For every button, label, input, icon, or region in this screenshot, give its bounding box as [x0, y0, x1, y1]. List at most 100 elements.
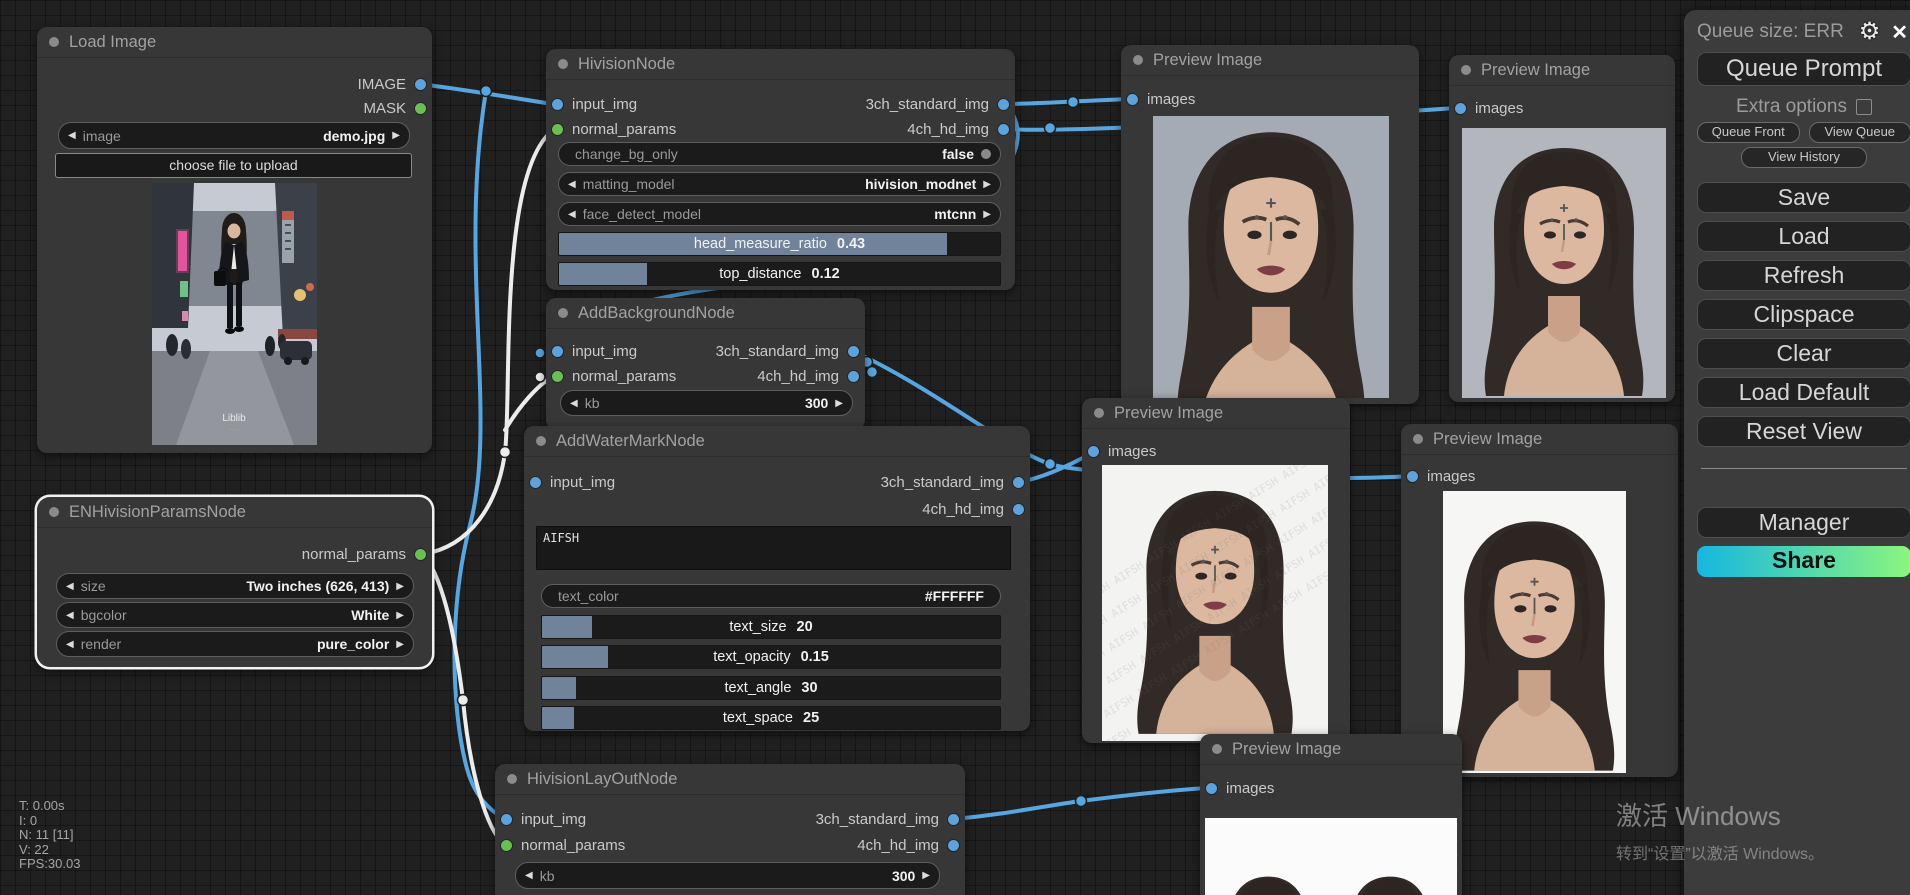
port-dot-icon[interactable]: [1206, 782, 1217, 794]
node-title-bar[interactable]: Preview Image: [1121, 45, 1419, 76]
next-value-arrow-icon[interactable]: ▶: [396, 610, 404, 621]
collapse-dot-icon[interactable]: [1094, 408, 1104, 418]
text-size-slider[interactable]: text_size 20: [541, 615, 1001, 639]
watermark-text-area[interactable]: AIFSH: [536, 526, 1011, 570]
port-dot-icon[interactable]: [552, 123, 563, 135]
port-dot-icon[interactable]: [998, 98, 1009, 110]
toggle-dot-icon[interactable]: [981, 149, 991, 159]
node-title-bar[interactable]: Preview Image: [1082, 398, 1350, 429]
input-port-images[interactable]: images: [1407, 465, 1475, 487]
prev-value-arrow-icon[interactable]: ◀: [66, 610, 74, 621]
input-port-input-img[interactable]: input_img: [552, 340, 637, 362]
link-reroute-dot[interactable]: [498, 445, 512, 459]
view-history-button[interactable]: View History: [1740, 147, 1868, 168]
link-reroute-dot[interactable]: [865, 365, 879, 379]
input-port-images[interactable]: images: [1127, 88, 1195, 110]
next-value-arrow-icon[interactable]: ▶: [396, 639, 404, 650]
node-title-bar[interactable]: HivisionLayOutNode: [495, 764, 965, 795]
node-load-image[interactable]: Load Image IMAGE MASK ◀ image demo.jpg ▶…: [37, 27, 432, 453]
port-dot-icon[interactable]: [1088, 445, 1099, 457]
port-dot-icon[interactable]: [552, 345, 563, 357]
next-value-arrow-icon[interactable]: ▶: [983, 209, 991, 220]
input-port-normal-params[interactable]: normal_params: [552, 365, 676, 387]
node-title-bar[interactable]: ENHivisionParamsNode: [37, 497, 432, 528]
input-port-normal-params[interactable]: normal_params: [552, 118, 676, 140]
node-add-background[interactable]: AddBackgroundNode input_img normal_param…: [546, 298, 865, 430]
input-port-images[interactable]: images: [1206, 777, 1274, 799]
port-dot-icon[interactable]: [501, 839, 512, 851]
view-queue-button[interactable]: View Queue: [1808, 122, 1910, 143]
face-detect-model-combo-widget[interactable]: ◀ face_detect_model mtcnn ▶: [558, 202, 1001, 226]
input-port-input-img[interactable]: input_img: [530, 471, 615, 493]
collapse-dot-icon[interactable]: [558, 308, 568, 318]
link-reroute-dot[interactable]: [456, 693, 470, 707]
output-port-3ch-standard-img[interactable]: 3ch_standard_img: [866, 93, 1009, 115]
output-port-4ch-hd-img[interactable]: 4ch_hd_img: [922, 498, 1024, 520]
top-distance-slider[interactable]: top_distance 0.12: [558, 262, 1001, 286]
prev-value-arrow-icon[interactable]: ◀: [66, 639, 74, 650]
port-dot-icon[interactable]: [530, 476, 541, 488]
text-angle-slider[interactable]: text_angle 30: [541, 676, 1001, 700]
node-title-bar[interactable]: Load Image: [37, 27, 432, 58]
render-combo-widget[interactable]: ◀ render pure_color ▶: [56, 631, 414, 657]
link-reroute-dot[interactable]: [534, 347, 546, 359]
node-title-bar[interactable]: Preview Image: [1200, 734, 1462, 765]
collapse-dot-icon[interactable]: [1413, 434, 1423, 444]
collapse-dot-icon[interactable]: [507, 774, 517, 784]
matting-model-combo-widget[interactable]: ◀ matting_model hivision_modnet ▶: [558, 172, 1001, 196]
node-preview-image-2[interactable]: Preview Image images: [1449, 55, 1675, 402]
link-reroute-dot[interactable]: [1074, 794, 1088, 808]
manager-button[interactable]: Manager: [1697, 507, 1910, 538]
port-dot-icon[interactable]: [501, 813, 512, 825]
output-port-3ch-standard-img[interactable]: 3ch_standard_img: [816, 808, 959, 830]
port-dot-icon[interactable]: [552, 370, 563, 382]
link-reroute-dot[interactable]: [534, 371, 546, 383]
port-dot-icon[interactable]: [1013, 503, 1024, 515]
port-dot-icon[interactable]: [415, 78, 426, 90]
link-reroute-dot[interactable]: [1043, 457, 1057, 471]
node-hivision[interactable]: HivisionNode input_img normal_params 3ch…: [546, 49, 1015, 290]
choose-file-button[interactable]: choose file to upload: [55, 153, 412, 178]
node-preview-image-3[interactable]: Preview Image images AIFSH AIFSH AIFSH A…: [1082, 398, 1350, 743]
image-combo-widget[interactable]: ◀ image demo.jpg ▶: [58, 122, 410, 149]
kb-number-widget[interactable]: ◀ kb 300 ▶: [515, 862, 940, 889]
input-port-images[interactable]: images: [1455, 97, 1523, 119]
port-dot-icon[interactable]: [552, 98, 563, 110]
collapse-dot-icon[interactable]: [1212, 744, 1222, 754]
collapse-dot-icon[interactable]: [1133, 55, 1143, 65]
collapse-dot-icon[interactable]: [1461, 65, 1471, 75]
output-port-4ch-hd-img[interactable]: 4ch_hd_img: [907, 118, 1009, 140]
size-combo-widget[interactable]: ◀ size Two inches (626, 413) ▶: [56, 573, 414, 599]
port-dot-icon[interactable]: [848, 345, 859, 357]
node-preview-image-4[interactable]: Preview Image images: [1401, 424, 1678, 777]
output-port-3ch-standard-img[interactable]: 3ch_standard_img: [881, 471, 1024, 493]
close-icon[interactable]: ✕: [1888, 20, 1910, 45]
port-dot-icon[interactable]: [848, 370, 859, 382]
bgcolor-combo-widget[interactable]: ◀ bgcolor White ▶: [56, 602, 414, 628]
port-dot-icon[interactable]: [415, 102, 426, 114]
port-dot-icon[interactable]: [1013, 476, 1024, 488]
prev-value-arrow-icon[interactable]: ◀: [568, 209, 576, 220]
port-dot-icon[interactable]: [1407, 470, 1418, 482]
node-enhivision-params[interactable]: ENHivisionParamsNode normal_params ◀ siz…: [37, 497, 432, 667]
port-dot-icon[interactable]: [1455, 102, 1466, 114]
collapse-dot-icon[interactable]: [536, 436, 546, 446]
reset-view-button[interactable]: Reset View: [1697, 416, 1910, 447]
text-opacity-slider[interactable]: text_opacity 0.15: [541, 645, 1001, 669]
node-title-bar[interactable]: HivisionNode: [546, 49, 1015, 80]
collapse-dot-icon[interactable]: [558, 59, 568, 69]
save-button[interactable]: Save: [1697, 182, 1910, 213]
output-port-mask[interactable]: MASK: [363, 97, 426, 119]
load-button[interactable]: Load: [1697, 221, 1910, 252]
output-port-3ch-standard-img[interactable]: 3ch_standard_img: [716, 340, 859, 362]
kb-number-widget[interactable]: ◀ kb 300 ▶: [560, 390, 853, 416]
node-title-bar[interactable]: Preview Image: [1401, 424, 1678, 455]
increment-arrow-icon[interactable]: ▶: [922, 870, 930, 881]
input-port-images[interactable]: images: [1088, 440, 1156, 462]
input-port-input-img[interactable]: input_img: [501, 808, 586, 830]
input-port-normal-params[interactable]: normal_params: [501, 834, 625, 856]
text-color-widget[interactable]: text_color #FFFFFF: [541, 584, 1001, 608]
output-port-4ch-hd-img[interactable]: 4ch_hd_img: [757, 365, 859, 387]
link-reroute-dot[interactable]: [1066, 95, 1080, 109]
node-add-watermark[interactable]: AddWaterMarkNode input_img 3ch_standard_…: [524, 426, 1030, 731]
